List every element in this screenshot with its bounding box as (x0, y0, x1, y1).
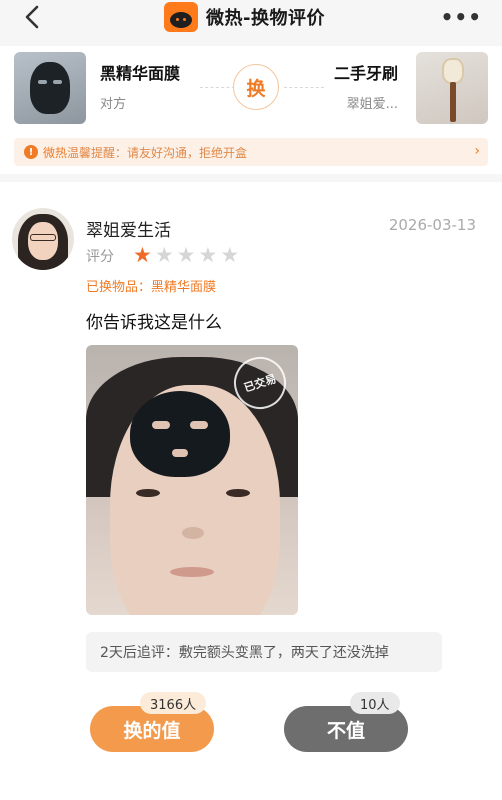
chevron-right-icon: › (474, 143, 480, 159)
not-worth-count: 10人 (350, 692, 400, 714)
face-mask-image (30, 62, 70, 114)
dash-right-divider (284, 87, 324, 88)
star-filled-icon: ★ (133, 243, 152, 267)
worth-label: 换的值 (123, 719, 181, 742)
left-item-owner: 对方 (100, 97, 127, 112)
reminder-banner[interactable]: ! 微热 温馨提醒：请友好沟通，拒绝开盒 › (14, 138, 488, 166)
review-photo[interactable]: 已交易 (86, 345, 298, 615)
swap-panel: 黑精华面膜 对方 换 二手牙刷 翠姐爱... ! 微热 温馨提醒：请友好沟通，拒… (0, 46, 502, 174)
not-worth-label: 不值 (326, 719, 365, 742)
reminder-text: 温馨提醒：请友好沟通，拒绝开盒 (67, 145, 248, 160)
review-comment: 你告诉我这是什么 (86, 313, 222, 333)
info-icon: ! (24, 145, 38, 159)
worth-button[interactable]: 3166人 换的值 (90, 692, 214, 752)
star-empty-icon: ★ (220, 243, 240, 267)
swap-icon: 换 (233, 64, 279, 110)
review-date: 2026-03-13 (388, 216, 476, 234)
app-logo-icon (164, 2, 198, 32)
black-mask-image (130, 391, 230, 477)
follow-up-review: 2天后追评：敷完额头变黑了，两天了还没洗掉 (86, 632, 442, 672)
star-empty-icon: ★ (154, 243, 174, 267)
right-item-thumbnail[interactable] (416, 52, 488, 124)
worth-count: 3166人 (140, 692, 207, 714)
star-empty-icon: ★ (176, 243, 196, 267)
review-card: 翠姐爱生活 2026-03-13 评分 ★ ★ ★ ★ ★ 已换物品：黑精华面膜 你告诉… (0, 182, 502, 800)
top-bar: 微热-换物评价 ••• (0, 0, 502, 34)
title-group: 微热-换物评价 (164, 2, 325, 32)
traded-item-line: 已换物品：黑精华面膜 (86, 276, 216, 295)
right-item-owner: 翠姐爱... (346, 97, 398, 112)
reminder-brand: 微热 (43, 145, 68, 160)
star-rating: ★ ★ ★ ★ ★ (133, 244, 239, 266)
left-item-name: 黑精华面膜 (100, 64, 181, 83)
right-item-name: 二手牙刷 (333, 64, 398, 83)
more-dots-icon[interactable]: ••• (441, 7, 482, 27)
back-chevron-icon[interactable] (20, 4, 46, 30)
not-worth-button[interactable]: 10人 不值 (284, 692, 408, 752)
rating-label: 评分 (86, 249, 114, 265)
star-empty-icon: ★ (198, 243, 218, 267)
reviewer-name[interactable]: 翠姐爱生活 (86, 216, 171, 241)
left-item-thumbnail[interactable] (14, 52, 86, 124)
traded-label: 已换物品： (86, 280, 152, 295)
avatar[interactable] (12, 208, 74, 270)
page-title: 微热-换物评价 (206, 8, 325, 29)
toothbrush-image (442, 58, 464, 84)
traded-item: 黑精华面膜 (151, 280, 217, 295)
page: 微热-换物评价 ••• 黑精华面膜 对方 换 二手牙刷 翠姐爱... ! 微热 … (0, 0, 502, 800)
